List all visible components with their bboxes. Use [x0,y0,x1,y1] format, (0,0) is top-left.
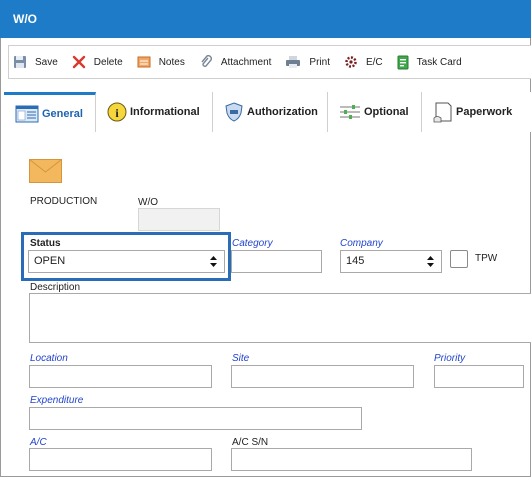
general-form-icon [15,105,39,122]
company-select[interactable]: 145 [340,250,442,273]
select-arrows-icon [210,256,217,267]
category-label: Category [232,238,273,249]
description-field[interactable] [29,293,531,343]
priority-field[interactable] [434,365,524,388]
ec-button[interactable]: E/C [344,55,383,69]
expenditure-label: Expenditure [30,395,84,406]
delete-label: Delete [93,56,123,68]
tab-authorization[interactable]: Authorization [213,92,328,132]
tab-paperwork-label: Paperwork [456,106,513,118]
priority-label: Priority [434,353,466,364]
tpw-label: TPW [475,253,498,264]
wo-label: W/O [138,197,158,208]
save-icon [14,56,26,68]
tab-optional[interactable]: Optional [328,92,422,132]
tab-informational[interactable]: i Informational [96,92,213,132]
print-label: Print [309,56,330,68]
paperclip-icon [201,55,212,67]
ac-sn-field[interactable] [231,448,472,471]
printer-icon [286,56,301,68]
task-card-label: Task Card [416,56,462,68]
shield-icon [225,102,243,122]
tab-general[interactable]: General [4,92,96,132]
info-icon: i [107,102,127,122]
attachment-button[interactable]: Attachment [199,55,272,69]
tab-optional-label: Optional [364,106,409,118]
description-label: Description [30,282,81,293]
sliders-icon [340,105,360,119]
task-card-icon [397,55,409,69]
ec-gear-icon [345,56,357,68]
ac-label: A/C [30,437,47,448]
category-field[interactable] [231,250,322,273]
tab-informational-label: Informational [130,106,200,118]
ec-label: E/C [365,56,383,68]
tab-general-label: General [42,107,83,120]
company-value: 145 [346,255,365,267]
tab-paperwork[interactable]: Paperwork [422,92,531,132]
print-button[interactable]: Print [285,55,330,69]
ac-sn-label: A/C S/N [232,437,269,448]
production-label: PRODUCTION [30,196,98,207]
notes-label: Notes [158,56,185,68]
save-label: Save [35,56,58,68]
expenditure-field[interactable] [29,407,362,430]
notes-icon [137,56,151,68]
location-field[interactable] [29,365,212,388]
attachment-label: Attachment [220,56,272,68]
location-label: Location [30,353,68,364]
site-label: Site [232,353,250,364]
wo-number-field[interactable] [138,208,220,231]
status-select[interactable]: OPEN [28,250,225,273]
status-label: Status [30,238,61,249]
window-title: W/O [0,0,531,38]
tpw-checkbox[interactable] [450,250,468,268]
select-arrows-icon [427,256,434,267]
envelope-icon [29,159,62,183]
task-card-button[interactable]: Task Card [397,55,462,70]
status-value: OPEN [34,255,66,267]
delete-button[interactable]: Delete [72,55,123,69]
company-label: Company [340,238,383,249]
notes-button[interactable]: Notes [137,55,185,69]
site-field[interactable] [231,365,414,388]
tab-authorization-label: Authorization [247,106,318,118]
paper-icon [433,102,452,123]
toolbar: Save Delete Notes Attachment Print E/C T… [8,45,531,79]
save-button[interactable]: Save [13,55,58,69]
delete-icon [72,55,85,69]
ac-field[interactable] [29,448,212,471]
tab-bar: General i Informational Authorization Op… [4,92,531,132]
